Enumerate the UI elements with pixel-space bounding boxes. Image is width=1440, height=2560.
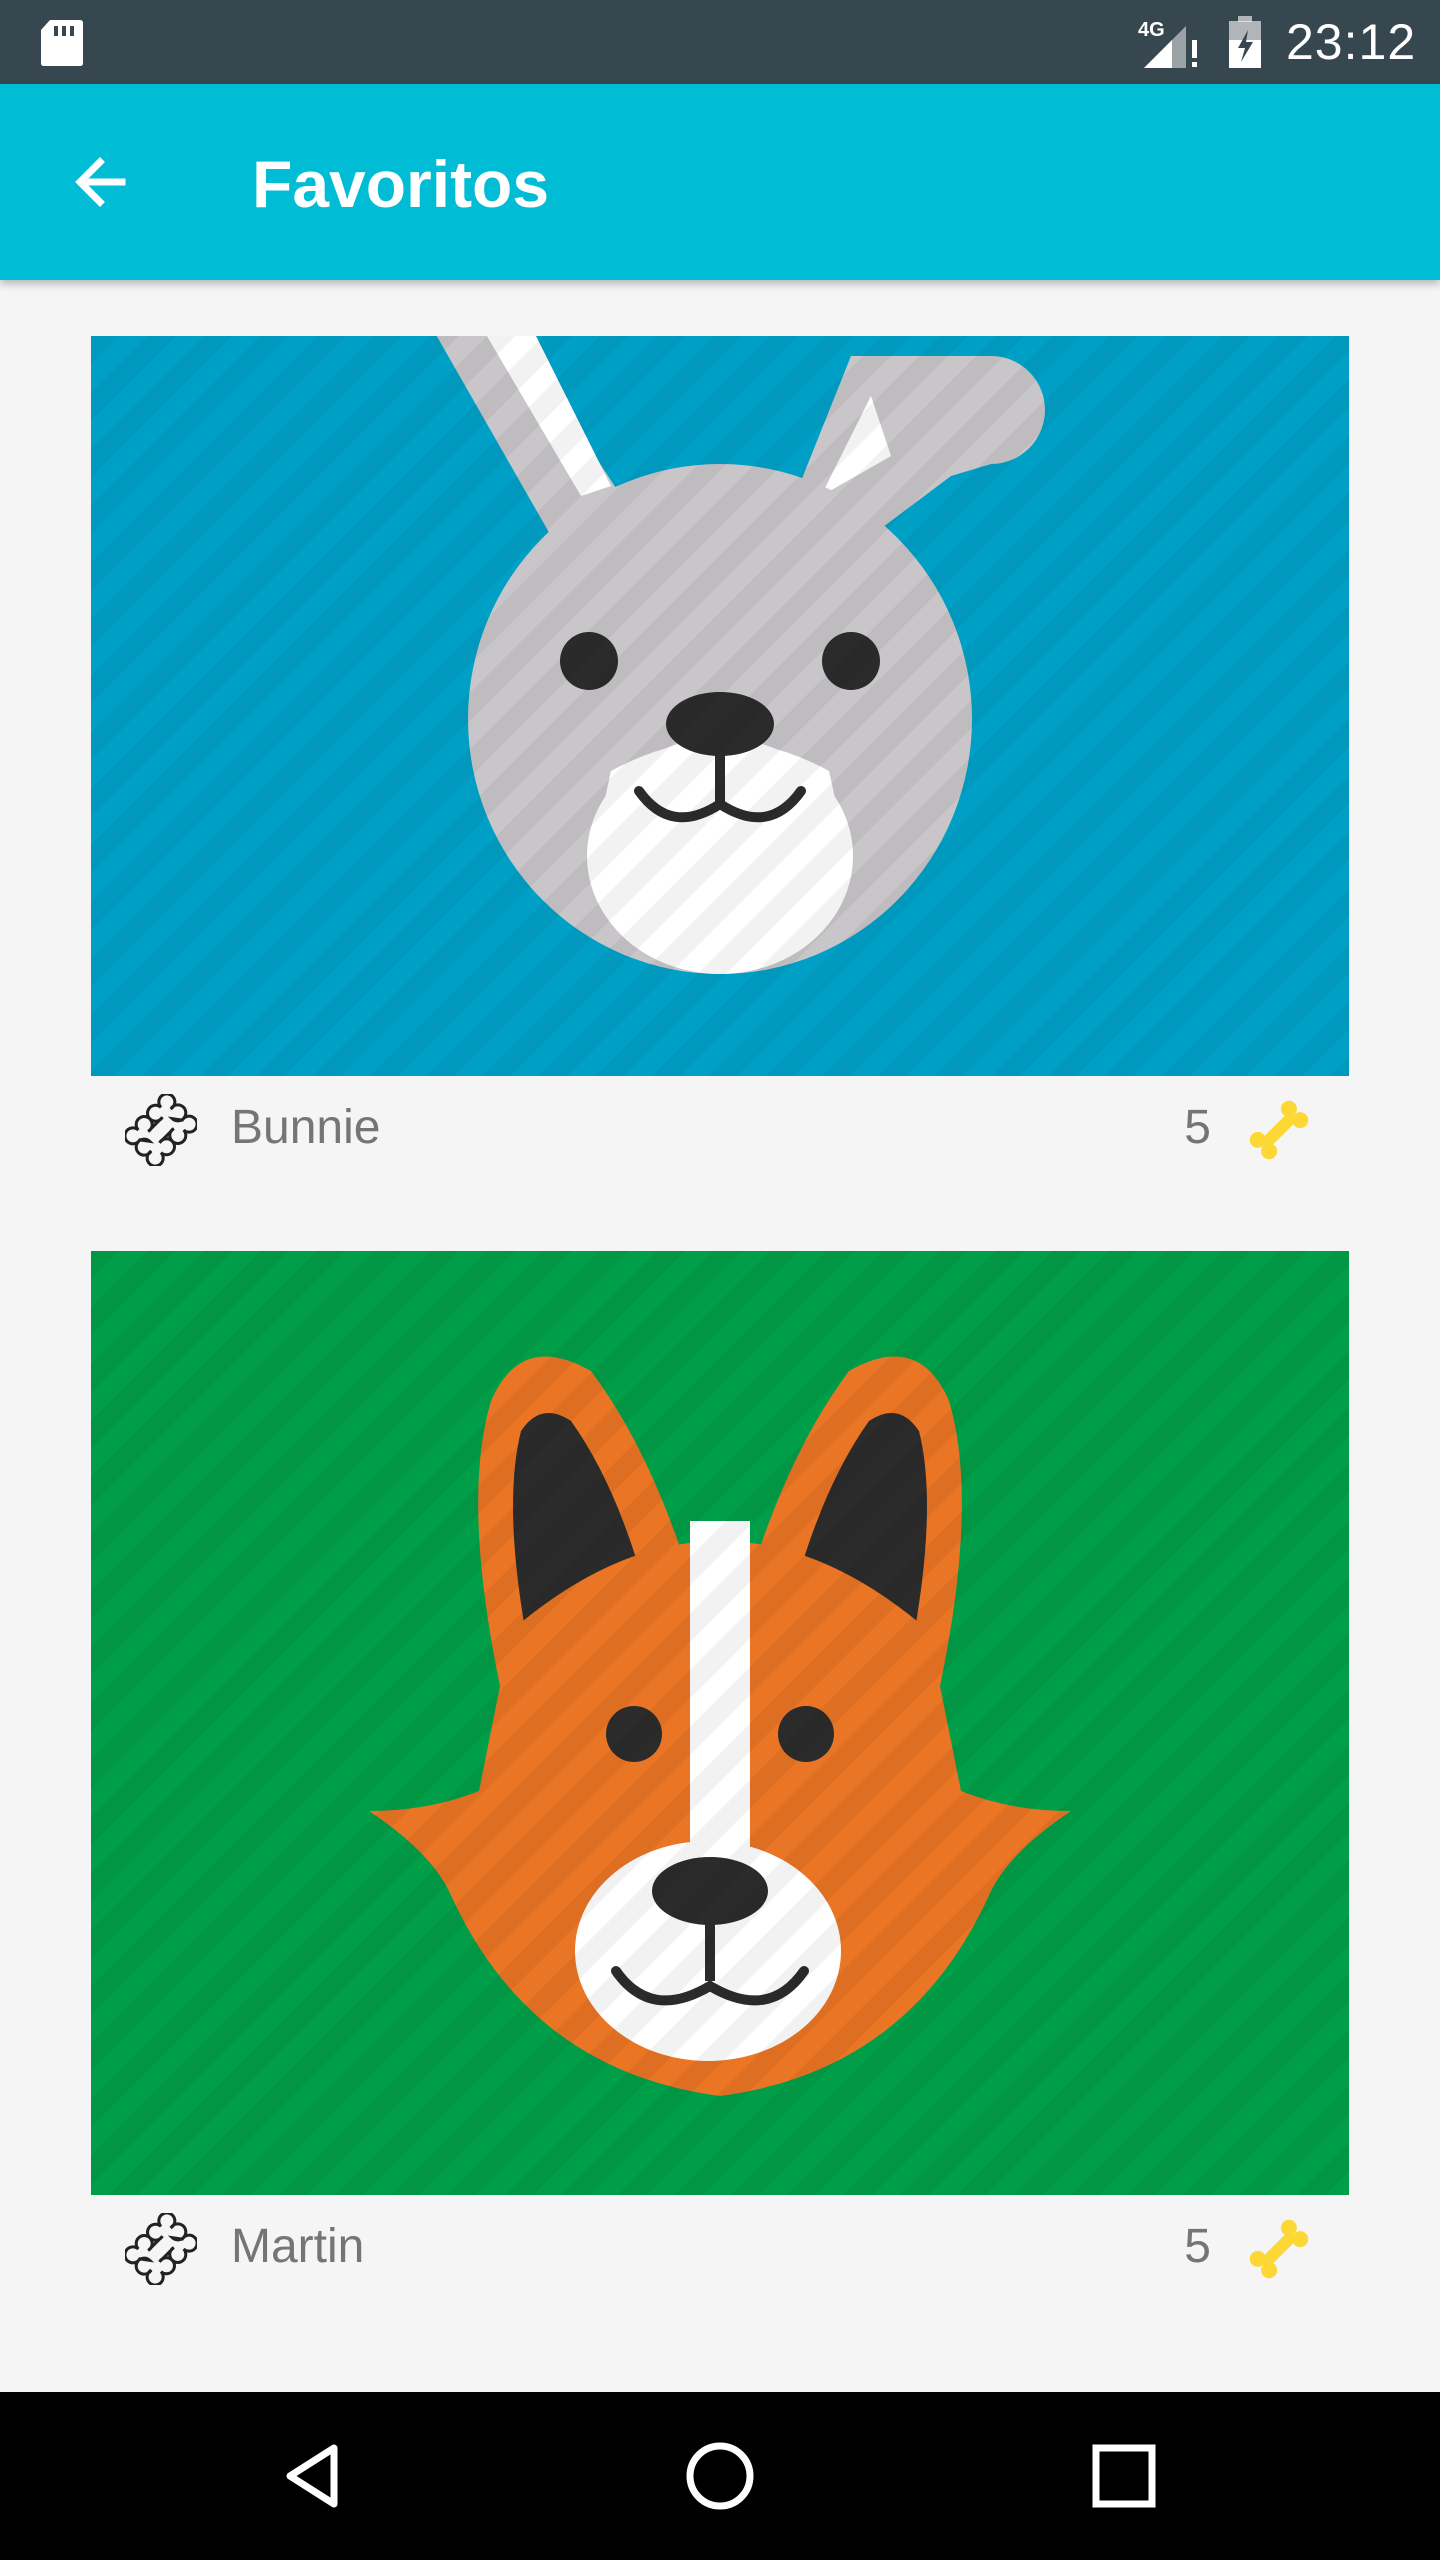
arrow-back-icon <box>75 157 126 207</box>
bone-outline-icon[interactable] <box>125 2213 197 2285</box>
bone-filled-icon <box>1249 1100 1309 1160</box>
clock: 23:12 <box>1286 14 1417 70</box>
pet-name: Martin <box>231 2220 365 2273</box>
back-button[interactable] <box>52 134 148 230</box>
favorite-card-martin: Martin 5 <box>91 1251 1349 2301</box>
page-title: Favoritos <box>252 147 550 221</box>
back-triangle-icon[interactable] <box>268 2428 364 2524</box>
sd-card-icon <box>41 20 83 66</box>
network-type: 4G <box>1138 19 1165 41</box>
bone-filled-icon <box>1249 2219 1309 2279</box>
pet-photo[interactable] <box>91 1251 1349 2195</box>
corgi-dog-illustration <box>91 1251 1349 2195</box>
status-bar: 4G 23:12 <box>0 0 1440 84</box>
likes-count: 5 <box>1184 1101 1211 1154</box>
pet-name: Bunnie <box>231 1101 381 1154</box>
home-circle-icon[interactable] <box>672 2428 768 2524</box>
app-bar <box>0 84 1440 280</box>
signal-4g-icon: 4G <box>1138 19 1197 68</box>
bone-outline-icon[interactable] <box>125 1094 197 1166</box>
card-footer: Martin 5 <box>91 2195 1349 2299</box>
favorite-card-bunnie: Bunnie 5 <box>91 336 1349 1186</box>
navigation-bar <box>0 2392 1440 2560</box>
rabbit-illustration <box>91 336 1349 1076</box>
battery-icon <box>1229 16 1261 68</box>
card-footer: Bunnie 5 <box>91 1076 1349 1180</box>
recents-square-icon[interactable] <box>1076 2428 1172 2524</box>
likes-count: 5 <box>1184 2220 1211 2273</box>
pet-photo[interactable] <box>91 336 1349 1076</box>
